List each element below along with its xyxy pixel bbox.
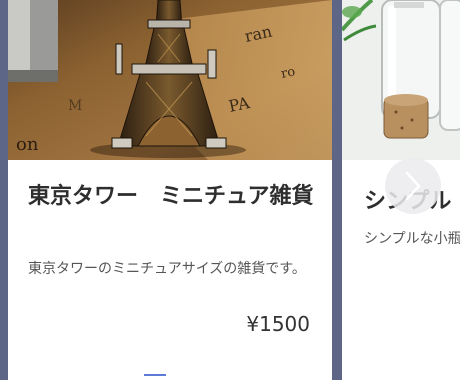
svg-text:M: M	[68, 98, 82, 114]
product-price: ¥1500	[246, 312, 310, 336]
product-card-tokyo-tower[interactable]: ran ro PA on M 東京タワー ミニチュア雑貨 東京タワーのミニチュア…	[8, 0, 332, 380]
scroll-hint-link[interactable]	[144, 374, 166, 380]
svg-text:on: on	[16, 134, 39, 155]
product-description: シンプルな小瓶	[364, 231, 460, 247]
product-image-tokyo-tower: ran ro PA on M	[8, 0, 332, 160]
product-image-glass-bottles	[342, 0, 460, 160]
chevron-right-icon	[405, 171, 421, 201]
carousel-next-button[interactable]	[385, 158, 441, 214]
product-title: 東京タワー ミニチュア雑貨	[28, 184, 314, 209]
product-description: 東京タワーのミニチュアサイズの雑貨です。	[28, 261, 306, 277]
